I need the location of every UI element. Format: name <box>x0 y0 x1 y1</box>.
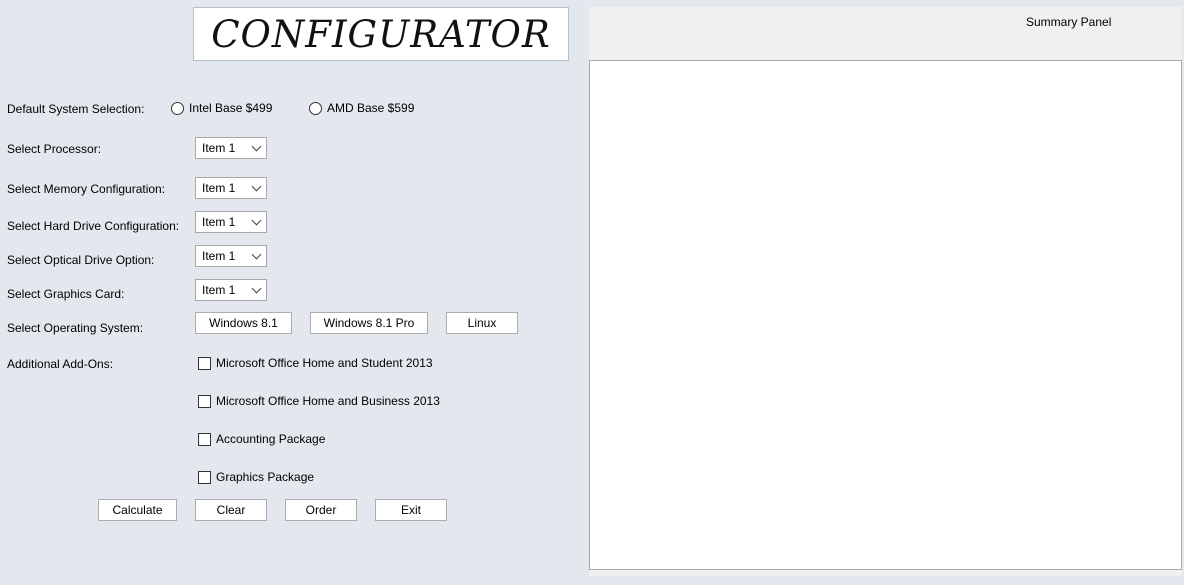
optical-drive-select[interactable]: Item 1 <box>195 245 267 267</box>
configuration-panel: CONFIGURATOR Default System Selection: I… <box>0 0 588 585</box>
intel-base-label: Intel Base $499 <box>189 101 273 115</box>
addon-office-student-label: Microsoft Office Home and Student 2013 <box>216 356 433 370</box>
addon-accounting-label: Accounting Package <box>216 432 326 446</box>
graphics-card-label: Select Graphics Card: <box>7 287 125 301</box>
addon-office-student-checkbox[interactable]: Microsoft Office Home and Student 2013 <box>198 356 433 370</box>
processor-value: Item 1 <box>202 141 236 155</box>
addon-graphics-checkbox[interactable]: Graphics Package <box>198 470 314 484</box>
chevron-down-icon <box>251 283 262 294</box>
summary-panel: Summary Panel <box>589 7 1182 576</box>
graphics-card-select[interactable]: Item 1 <box>195 279 267 301</box>
processor-label: Select Processor: <box>7 142 102 156</box>
optical-drive-value: Item 1 <box>202 249 236 263</box>
default-system-label: Default System Selection: <box>7 102 145 116</box>
clear-button[interactable]: Clear <box>195 499 267 521</box>
windows-81-pro-button[interactable]: Windows 8.1 Pro <box>310 312 428 334</box>
order-button[interactable]: Order <box>285 499 357 521</box>
exit-button[interactable]: Exit <box>375 499 447 521</box>
os-label: Select Operating System: <box>7 321 144 335</box>
calculate-button[interactable]: Calculate <box>98 499 177 521</box>
optical-drive-label: Select Optical Drive Option: <box>7 253 155 267</box>
addon-graphics-label: Graphics Package <box>216 470 315 484</box>
addon-office-business-checkbox[interactable]: Microsoft Office Home and Business 2013 <box>198 394 440 408</box>
hard-drive-label: Select Hard Drive Configuration: <box>7 219 180 233</box>
memory-label: Select Memory Configuration: <box>7 182 166 196</box>
checkbox-box[interactable] <box>198 394 211 408</box>
windows-81-button[interactable]: Windows 8.1 <box>195 312 292 334</box>
amd-base-label: AMD Base $599 <box>327 101 415 115</box>
chevron-down-icon <box>251 249 262 260</box>
memory-value: Item 1 <box>202 181 236 195</box>
checkbox-box[interactable] <box>198 432 211 446</box>
intel-radio-circle[interactable] <box>171 101 184 115</box>
hard-drive-value: Item 1 <box>202 215 236 229</box>
addons-label: Additional Add-Ons: <box>7 357 114 371</box>
amd-radio-circle[interactable] <box>309 101 322 115</box>
graphics-card-value: Item 1 <box>202 283 236 297</box>
chevron-down-icon <box>251 181 262 192</box>
configurator-logo: CONFIGURATOR <box>193 7 569 61</box>
processor-select[interactable]: Item 1 <box>195 137 267 159</box>
amd-base-radio[interactable]: AMD Base $599 <box>309 101 414 115</box>
hard-drive-select[interactable]: Item 1 <box>195 211 267 233</box>
summary-text-area[interactable] <box>589 60 1182 570</box>
intel-base-radio[interactable]: Intel Base $499 <box>171 101 272 115</box>
addon-office-business-label: Microsoft Office Home and Business 2013 <box>216 394 440 408</box>
checkbox-box[interactable] <box>198 470 211 484</box>
memory-select[interactable]: Item 1 <box>195 177 267 199</box>
chevron-down-icon <box>251 141 262 152</box>
checkbox-box[interactable] <box>198 356 211 370</box>
linux-button[interactable]: Linux <box>446 312 518 334</box>
chevron-down-icon <box>251 215 262 226</box>
addon-accounting-checkbox[interactable]: Accounting Package <box>198 432 325 446</box>
summary-panel-title: Summary Panel <box>1026 15 1112 29</box>
